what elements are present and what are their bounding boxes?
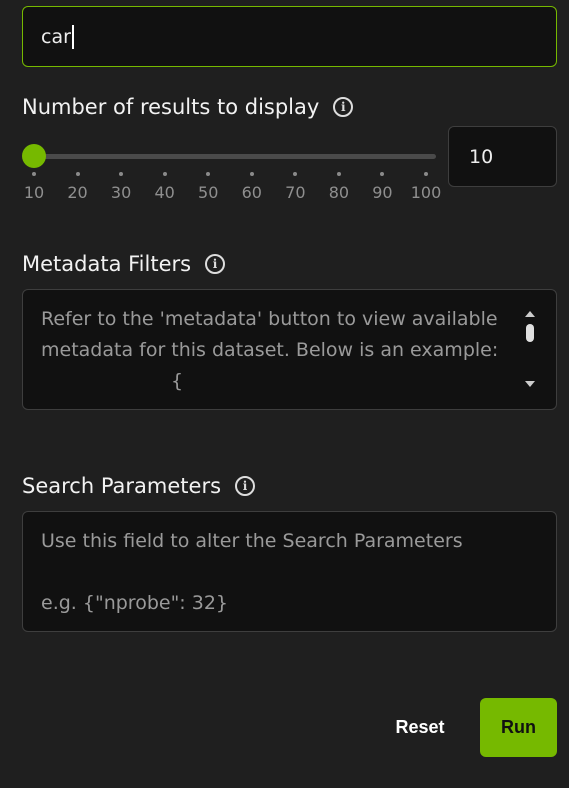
slider-tick-label: 100 (410, 183, 442, 202)
scroll-up-arrow-icon[interactable] (525, 311, 535, 317)
search-params-placeholder-line: Use this field to alter the Search Param… (41, 530, 463, 552)
metadata-placeholder-line: { (171, 370, 184, 392)
reset-button[interactable]: Reset (378, 698, 462, 757)
slider-tick-mark (206, 172, 211, 176)
run-button[interactable]: Run (480, 698, 557, 757)
slider-tick-label: 90 (372, 183, 393, 202)
metadata-filters-label: Metadata Filters (22, 252, 192, 276)
info-icon[interactable]: i (235, 476, 256, 496)
results-slider-handle[interactable] (22, 144, 46, 168)
search-settings-panel: car Number of results to display i 10 20 3… (0, 0, 569, 788)
slider-tick-mark (424, 172, 428, 176)
query-input[interactable]: car (22, 6, 557, 67)
slider-tick-mark (380, 172, 385, 176)
metadata-placeholder-line: Refer to the 'metadata' button to view a… (41, 308, 498, 330)
info-icon[interactable]: i (205, 254, 226, 274)
slider-tick-mark (249, 172, 254, 176)
slider-tick-label: 10 (23, 183, 45, 202)
results-label-row: Number of results to display i (22, 95, 354, 119)
search-parameters-textarea[interactable]: Use this field to alter the Search Param… (22, 511, 557, 632)
scrollbar-thumb[interactable] (526, 324, 534, 342)
slider-tick-label: 60 (241, 183, 262, 202)
query-value: car (41, 25, 71, 48)
slider-tick-label: 70 (285, 183, 306, 202)
results-number-input[interactable]: 10 (448, 126, 557, 187)
slider-tick-mark (75, 172, 80, 176)
slider-tick-mark (162, 172, 167, 176)
slider-tick-label: 80 (328, 183, 350, 202)
info-icon[interactable]: i (333, 97, 354, 117)
scroll-down-arrow-icon[interactable] (525, 381, 535, 387)
metadata-label-row: Metadata Filters i (22, 252, 226, 276)
slider-tick-label: 40 (154, 183, 175, 202)
slider-tick-label: 50 (198, 183, 219, 202)
text-caret (71, 24, 74, 49)
slider-tick-mark (336, 172, 341, 176)
search-params-label-row: Search Parameters i (22, 474, 256, 498)
slider-tick-label: 20 (67, 183, 88, 202)
results-label: Number of results to display (22, 95, 320, 119)
search-params-placeholder-line: e.g. {"nprobe": 32} (41, 592, 229, 614)
slider-tick-label: 30 (110, 183, 132, 202)
metadata-filters-textarea[interactable]: Refer to the 'metadata' button to view a… (22, 289, 557, 410)
slider-tick-mark (119, 172, 124, 176)
slider-tick-mark (32, 172, 36, 176)
results-slider-track[interactable] (34, 154, 436, 159)
metadata-placeholder-line: metadata for this dataset. Below is an e… (41, 339, 499, 361)
results-number-value: 10 (469, 145, 494, 168)
slider-tick-mark (293, 172, 298, 176)
search-parameters-label: Search Parameters (22, 474, 222, 498)
